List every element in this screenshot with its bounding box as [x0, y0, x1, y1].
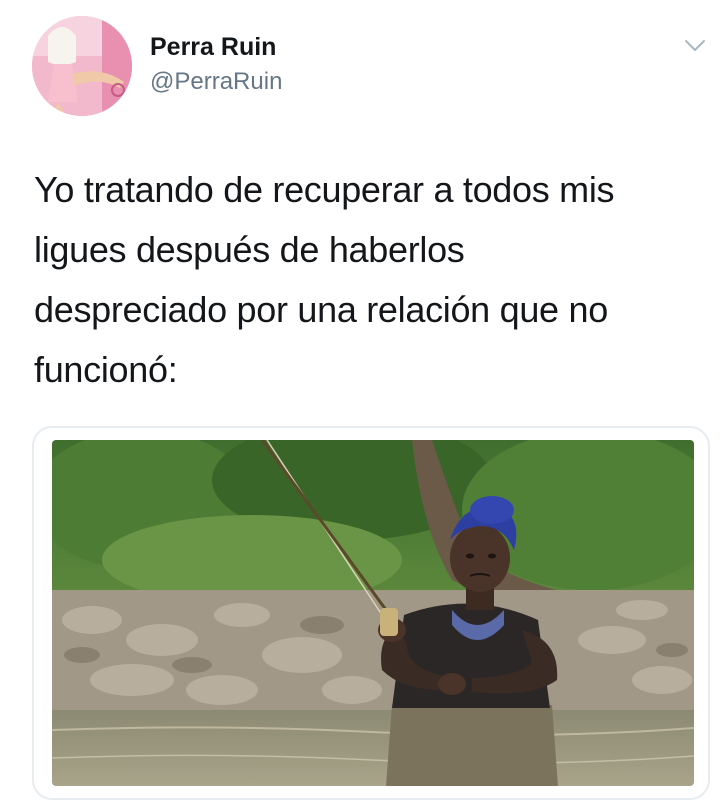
author-handle[interactable]: @PerraRuin	[150, 68, 282, 96]
chevron-down-icon[interactable]	[684, 38, 706, 54]
media-photo	[52, 440, 694, 786]
avatar-image	[32, 16, 132, 116]
author-name[interactable]: Perra Ruin	[150, 33, 276, 61]
author-avatar[interactable]	[32, 16, 132, 116]
tweet-card: Perra Ruin @PerraRuin Yo tratando de rec…	[0, 0, 720, 801]
tweet-media[interactable]	[32, 426, 710, 800]
tweet-text: Yo tratando de recuperar a todos mis lig…	[34, 169, 615, 390]
